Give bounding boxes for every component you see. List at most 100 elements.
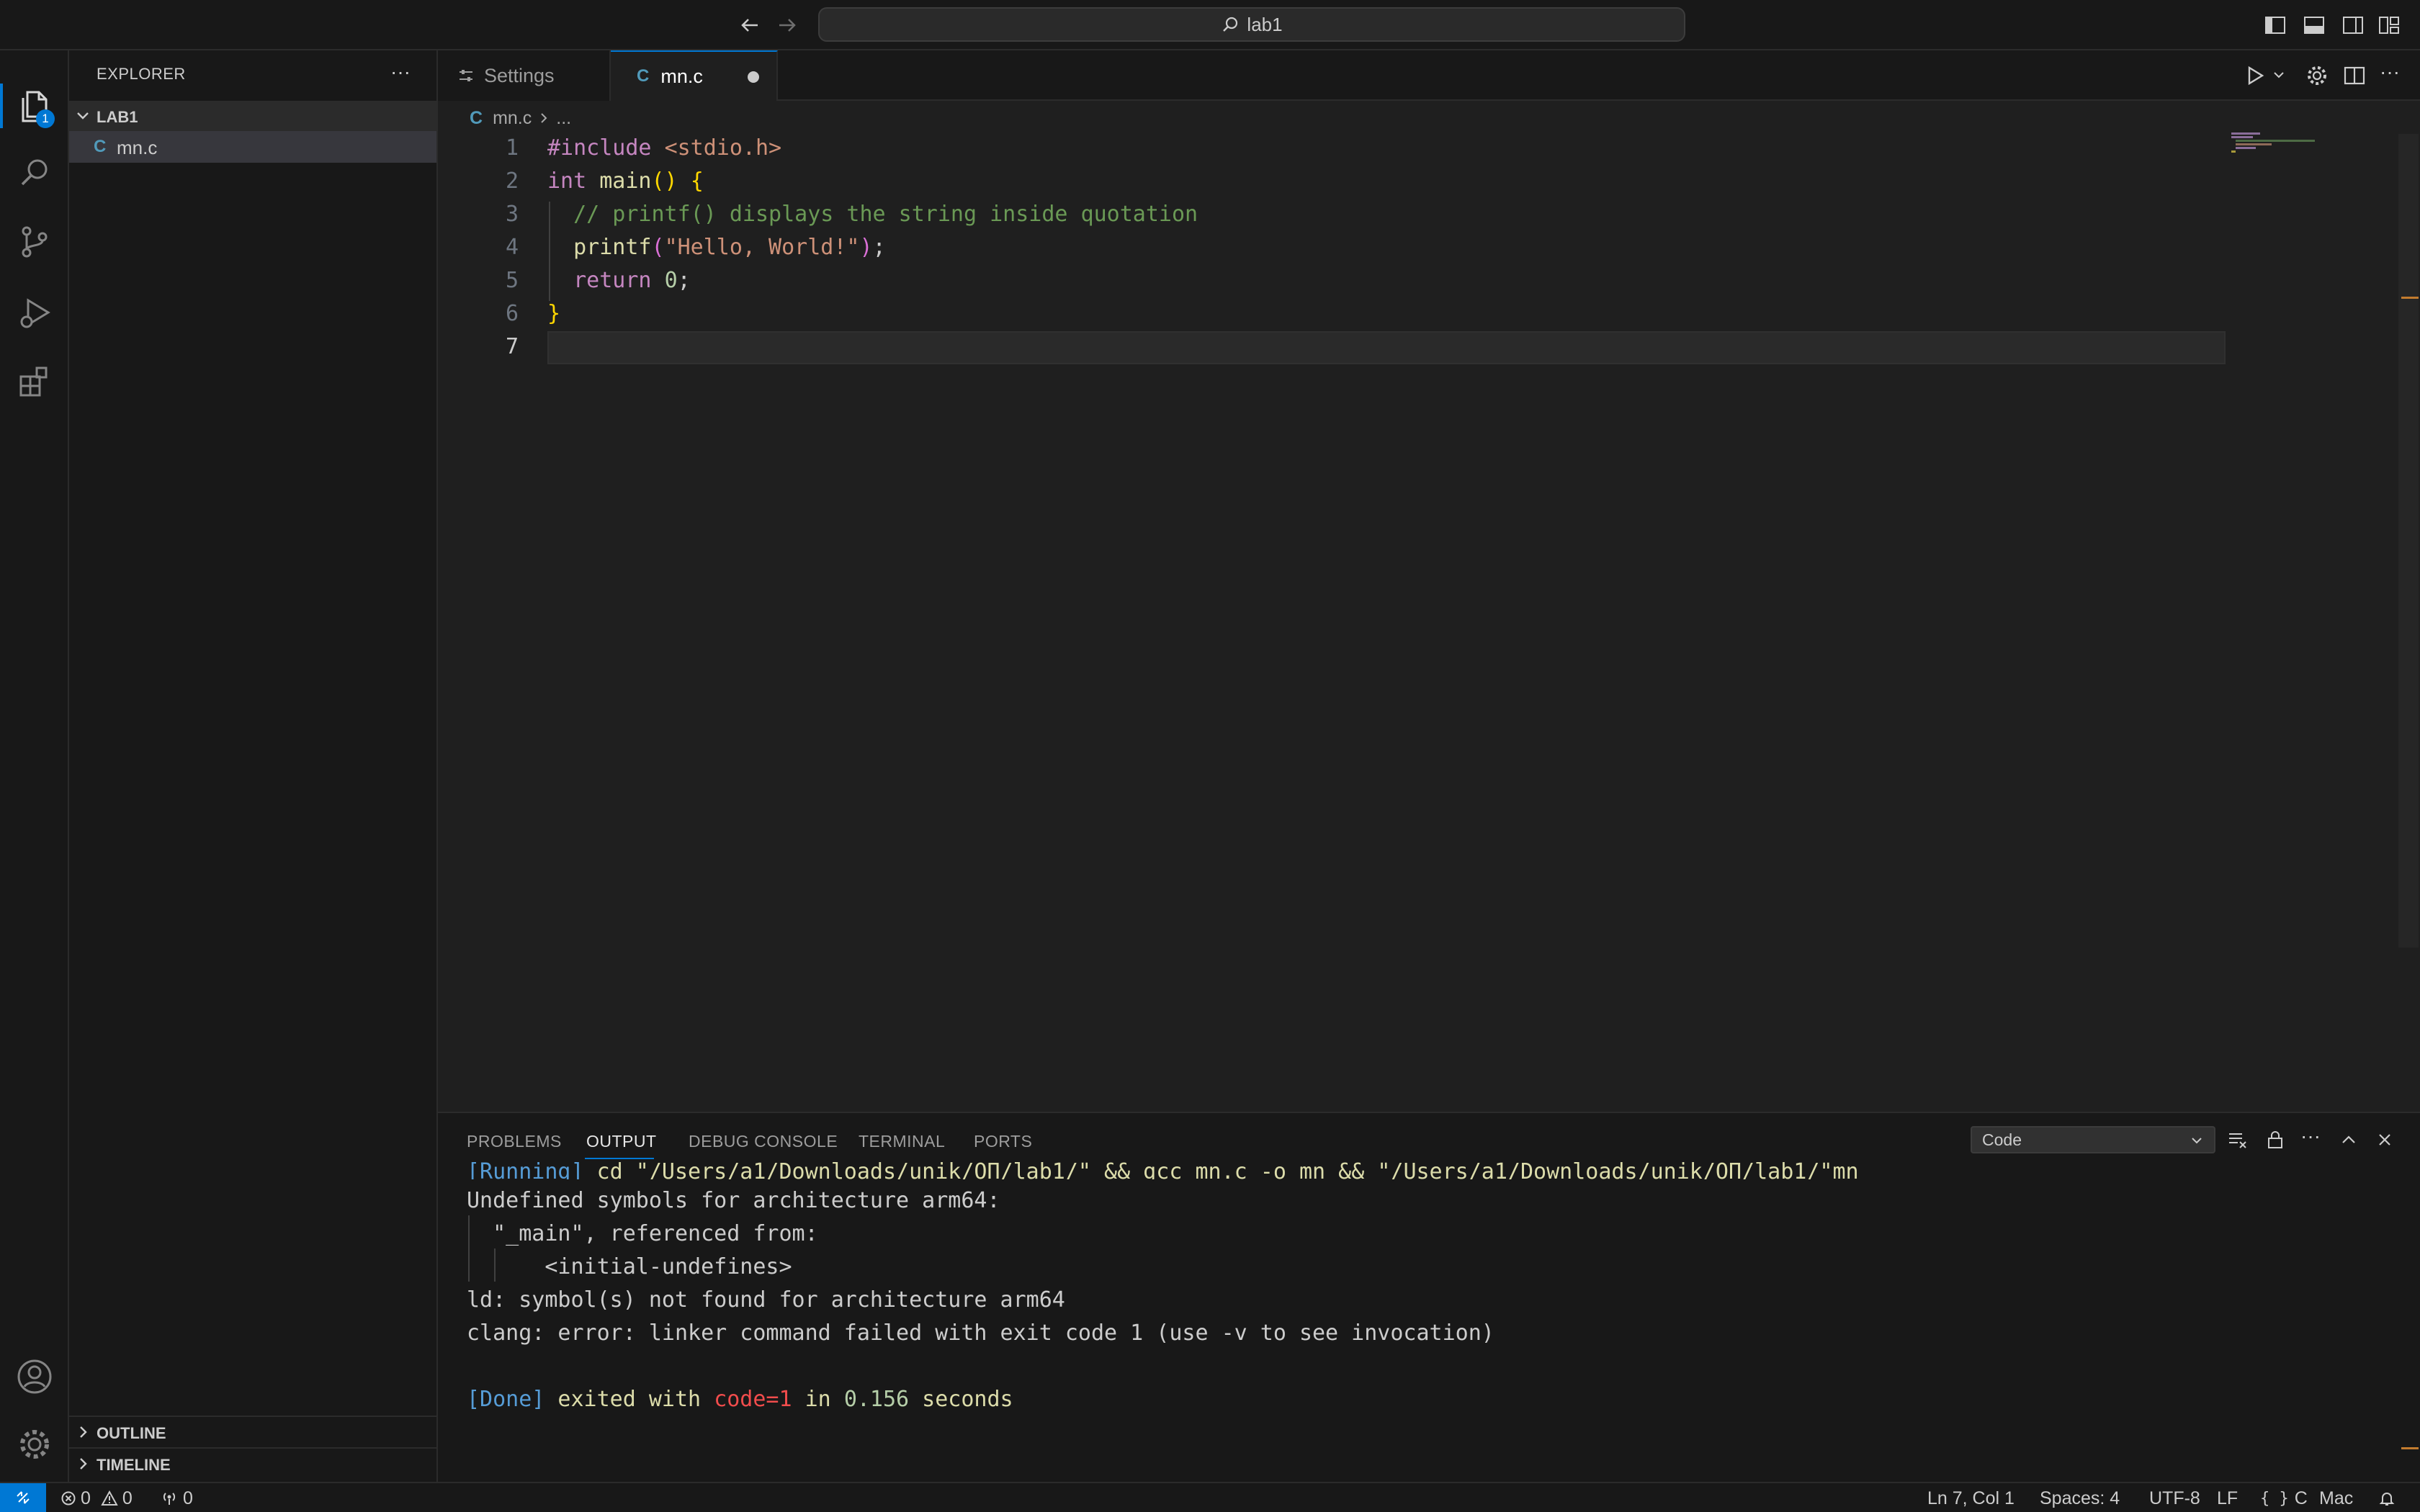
split-editor-icon[interactable] xyxy=(2342,63,2367,88)
code-line: } xyxy=(547,301,560,326)
cursor-position[interactable]: Ln 7, Col 1 xyxy=(1927,1486,2015,1511)
c-file-icon: C xyxy=(637,66,650,86)
remote-icon xyxy=(14,1489,32,1506)
explorer-title: EXPLORER xyxy=(97,65,186,83)
indentation[interactable]: Spaces: 4 xyxy=(2040,1486,2120,1511)
warning-icon xyxy=(101,1490,118,1506)
explorer-badge: 1 xyxy=(36,109,55,128)
bracket: ) xyxy=(859,235,873,260)
notifications-bell-icon[interactable] xyxy=(2378,1486,2396,1511)
comment: // printf() displays the string inside q… xyxy=(573,202,1198,227)
more-actions-icon[interactable]: ··· xyxy=(2300,1125,2321,1148)
maximize-panel-icon[interactable] xyxy=(2338,1129,2360,1151)
file-name: mn.c xyxy=(117,137,158,158)
language-mode[interactable]: { } C xyxy=(2260,1486,2308,1511)
more-actions-icon[interactable]: ··· xyxy=(2380,60,2400,84)
extensions-icon[interactable] xyxy=(13,360,56,403)
explorer-more-actions-icon[interactable]: ··· xyxy=(390,60,411,84)
done-tag: [Done] xyxy=(467,1387,545,1412)
outline-section-header[interactable]: OUTLINE xyxy=(69,1416,436,1447)
tab-label: Settings xyxy=(484,64,555,86)
remote-indicator[interactable] xyxy=(0,1483,46,1512)
done-text: seconds xyxy=(909,1387,1013,1412)
output-line: [Done] exited with code=1 in 0.156 secon… xyxy=(467,1387,1013,1412)
output-channel-select[interactable]: Code xyxy=(1971,1126,2215,1153)
number-literal: 0 xyxy=(664,268,678,293)
code-line: // printf() displays the string inside q… xyxy=(547,202,1198,227)
unsaved-dot-icon[interactable] xyxy=(748,71,759,83)
run-dropdown-chevron-icon[interactable] xyxy=(2272,68,2286,82)
chevron-right-icon xyxy=(75,1456,91,1472)
folder-header[interactable]: LAB1 xyxy=(69,101,436,131)
breadcrumb: C mn.c ... xyxy=(470,105,571,131)
bracket: { xyxy=(690,168,704,194)
outline-label: OUTLINE xyxy=(97,1424,166,1442)
problems-summary[interactable]: 0 0 xyxy=(60,1486,133,1511)
search-icon[interactable] xyxy=(13,151,56,194)
explorer-icon[interactable]: 1 xyxy=(13,85,56,128)
running-command: cd "/Users/a1/Downloads/unik/ОП/lab1/" &… xyxy=(583,1159,1859,1179)
scrollbar-marker xyxy=(2401,297,2419,299)
ports-indicator[interactable]: 0 xyxy=(160,1486,193,1511)
platform-label[interactable]: Mac xyxy=(2319,1486,2353,1511)
source-control-icon[interactable] xyxy=(13,220,56,264)
close-panel-icon[interactable] xyxy=(2374,1129,2396,1151)
line-number: 1 xyxy=(505,135,519,161)
tab-debug-console[interactable]: DEBUG CONSOLE xyxy=(689,1132,838,1151)
toggle-primary-sidebar-icon[interactable] xyxy=(2263,13,2287,37)
vertical-scrollbar[interactable] xyxy=(2398,134,2419,948)
output-line: ld: symbol(s) not found for architecture… xyxy=(467,1287,1065,1313)
customize-layout-icon[interactable] xyxy=(2377,13,2401,37)
manage-gear-icon[interactable] xyxy=(13,1423,56,1466)
tab-output[interactable]: OUTPUT xyxy=(586,1132,657,1151)
function-name: printf xyxy=(573,235,652,260)
tab-ports[interactable]: PORTS xyxy=(974,1132,1032,1151)
accounts-icon[interactable] xyxy=(13,1355,56,1398)
timeline-section-header[interactable]: TIMELINE xyxy=(69,1447,436,1479)
output-channel-value: Code xyxy=(1982,1130,2022,1149)
run-code-icon[interactable] xyxy=(2243,63,2267,88)
return-keyword: return xyxy=(573,268,652,293)
breadcrumb-file[interactable]: mn.c xyxy=(493,108,532,129)
settings-gear-icon[interactable] xyxy=(2305,63,2329,88)
tab-mn-c[interactable]: C mn.c xyxy=(611,50,778,101)
function-name: main xyxy=(599,168,652,194)
file-item-mn-c[interactable]: C mn.c xyxy=(69,131,436,163)
folder-name: LAB1 xyxy=(97,108,138,126)
output-line: [Running] cd "/Users/a1/Downloads/unik/О… xyxy=(467,1159,1859,1179)
semicolon: ; xyxy=(872,235,886,260)
line-number: 2 xyxy=(505,168,519,194)
output-line: Undefined symbols for architecture arm64… xyxy=(467,1188,1000,1213)
tab-settings[interactable]: Settings xyxy=(438,50,611,101)
chevron-right-icon xyxy=(75,1424,91,1440)
chevron-down-icon xyxy=(75,108,91,124)
done-text: exited with xyxy=(544,1387,714,1412)
semicolon: ; xyxy=(677,268,691,293)
broadcast-icon xyxy=(160,1490,179,1506)
toggle-panel-icon[interactable] xyxy=(2302,13,2326,37)
lock-scroll-icon[interactable] xyxy=(2264,1129,2286,1151)
include-header: <stdio.h> xyxy=(664,135,782,161)
arrow-right-icon[interactable] xyxy=(775,13,799,37)
breadcrumb-symbol[interactable]: ... xyxy=(556,108,571,129)
end-of-line[interactable]: LF xyxy=(2217,1486,2238,1511)
braces-icon: { } xyxy=(2260,1489,2289,1508)
line-number: 5 xyxy=(505,268,519,293)
run-debug-icon[interactable] xyxy=(13,291,56,334)
tab-problems[interactable]: PROBLEMS xyxy=(467,1132,562,1151)
bracket: } xyxy=(547,301,561,326)
command-center-search[interactable]: lab1 xyxy=(818,7,1685,42)
timeline-label: TIMELINE xyxy=(97,1456,171,1474)
toggle-secondary-sidebar-icon[interactable] xyxy=(2341,13,2365,37)
search-icon xyxy=(1221,15,1240,34)
arrow-left-icon[interactable] xyxy=(738,13,762,37)
code-editor[interactable]: C mn.c ... 1 2 3 4 5 6 7 #include <stdio… xyxy=(438,101,2420,1112)
tab-terminal[interactable]: TERMINAL xyxy=(859,1132,945,1151)
explorer-sidebar: EXPLORER ··· LAB1 C mn.c OUTLINE TIMELIN… xyxy=(69,50,438,1482)
minimap[interactable] xyxy=(2226,130,2398,1112)
status-bar: 0 0 0 Ln 7, Col 1 Spaces: 4 UTF-8 LF { }… xyxy=(0,1482,2420,1512)
line-number: 3 xyxy=(505,202,519,227)
clear-output-icon[interactable] xyxy=(2227,1129,2249,1151)
c-file-icon: C xyxy=(470,107,483,128)
encoding[interactable]: UTF-8 xyxy=(2149,1486,2200,1511)
